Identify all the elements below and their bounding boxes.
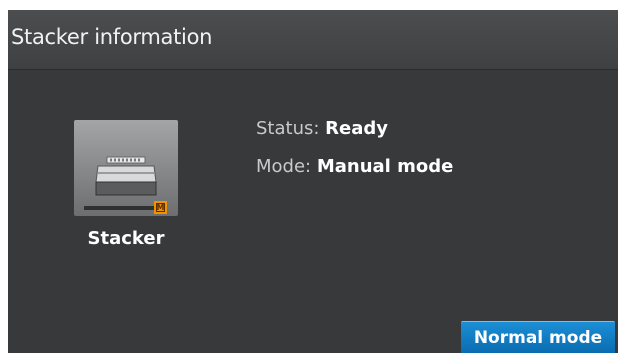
mode-label: Mode: [256, 156, 312, 177]
page-title: Stacker information [11, 25, 213, 49]
stacker-info-screen: Stacker information M Stacker Status: Re… [8, 10, 618, 353]
mode-value: Manual mode [316, 156, 454, 177]
stacker-icon[interactable]: M [74, 120, 178, 216]
mode-row: Mode: Manual mode [256, 156, 453, 177]
title-divider [8, 69, 618, 70]
normal-mode-button[interactable]: Normal mode [461, 321, 615, 353]
status-value: Ready [325, 118, 388, 139]
title-bar: Stacker information [8, 10, 618, 70]
manual-mode-badge-icon: M [154, 201, 167, 214]
status-row: Status: Ready [256, 118, 388, 139]
status-label: Status: [256, 118, 320, 139]
stacker-label: Stacker [87, 228, 165, 249]
badge-letter: M [156, 203, 165, 212]
